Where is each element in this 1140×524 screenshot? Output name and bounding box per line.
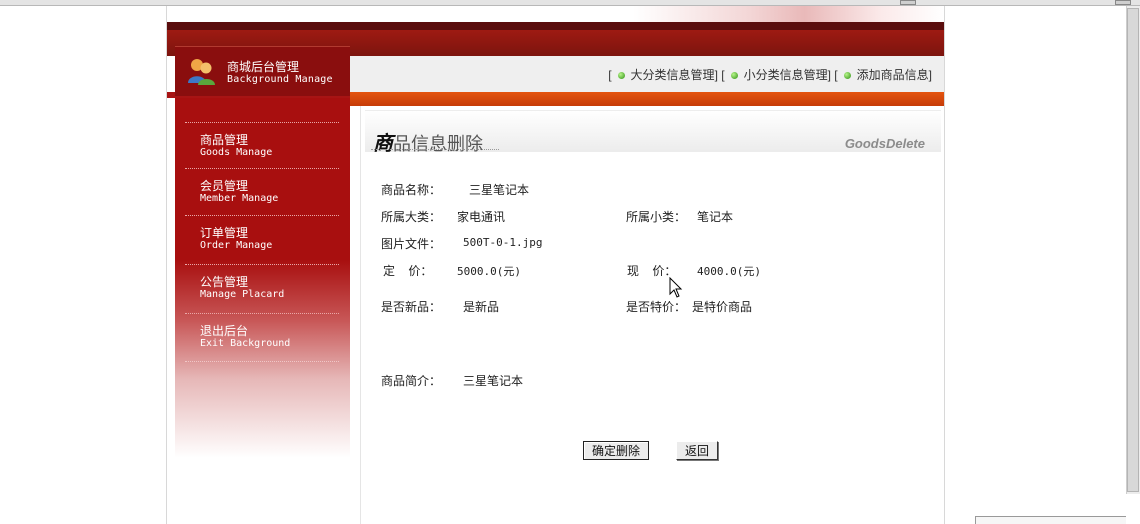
sidebar-item-sublabel: Order Manage bbox=[200, 240, 273, 251]
image-file-label: 图片文件： bbox=[381, 237, 442, 251]
is-special-value: 是特价商品 bbox=[692, 300, 753, 314]
now-price-value: 4000.0(元) bbox=[697, 265, 761, 278]
intro-label: 商品简介： bbox=[381, 374, 442, 388]
bracket-close: ] bbox=[928, 68, 932, 82]
sidebar-item-exit[interactable]: 退出后台 Exit Background bbox=[185, 313, 339, 360]
orange-divider bbox=[350, 92, 944, 106]
horizontal-scrollbar[interactable] bbox=[975, 516, 1126, 524]
price-value: 5000.0(元) bbox=[457, 265, 521, 278]
confirm-delete-button[interactable]: 确定删除 bbox=[583, 441, 650, 460]
bracket-open: [ bbox=[721, 68, 725, 82]
sidebar-item-label: 订单管理 bbox=[200, 226, 249, 240]
logo-subtitle: Background Manage bbox=[227, 74, 333, 85]
top-nav: [ 大分类信息管理] [ 小分类信息管理] [ 添加商品信息] bbox=[350, 56, 944, 92]
sidebar: 商品管理 Goods Manage 会员管理 Member Manage 订单管… bbox=[175, 98, 350, 458]
page-title-first-char: 商 bbox=[373, 131, 393, 155]
top-nav-links: [ 大分类信息管理] [ 小分类信息管理] [ 添加商品信息] bbox=[608, 66, 932, 83]
sidebar-item-sublabel: Member Manage bbox=[200, 193, 279, 204]
sidebar-item-label: 退出后台 bbox=[200, 324, 249, 338]
back-button[interactable]: 返回 bbox=[676, 441, 719, 460]
sidebar-item-label: 会员管理 bbox=[200, 179, 249, 193]
big-category-value: 家电通讯 bbox=[457, 210, 506, 224]
window-mini-button[interactable] bbox=[900, 0, 916, 5]
logo-title: 商城后台管理 bbox=[227, 60, 300, 74]
banner-image bbox=[167, 6, 944, 22]
sidebar-item-label: 商品管理 bbox=[200, 133, 249, 147]
admin-logo: 商城后台管理 Background Manage bbox=[175, 46, 350, 96]
sidebar-item-orders[interactable]: 订单管理 Order Manage bbox=[185, 215, 339, 262]
sidebar-item-placard[interactable]: 公告管理 Manage Placard bbox=[185, 264, 339, 311]
bracket-open: [ bbox=[608, 68, 612, 82]
link-add-goods[interactable]: 添加商品信息 bbox=[857, 68, 929, 82]
banner-bar bbox=[167, 22, 944, 30]
sidebar-divider bbox=[185, 361, 339, 362]
bracket-open: [ bbox=[834, 68, 838, 82]
goods-name-value: 三星笔记本 bbox=[469, 183, 530, 197]
scrollbar-thumb[interactable] bbox=[1127, 8, 1139, 492]
bracket-close: ] bbox=[827, 68, 831, 82]
sidebar-item-sublabel: Exit Background bbox=[200, 338, 291, 349]
page-container: 商城后台管理 Background Manage [ 大分类信息管理] [ 小分类信… bbox=[166, 6, 945, 524]
mouse-cursor-icon bbox=[669, 277, 683, 298]
is-new-value: 是新品 bbox=[463, 300, 500, 314]
intro-value: 三星笔记本 bbox=[463, 374, 524, 388]
page-title-rest: 品信息删除 bbox=[393, 134, 483, 155]
content-panel: 商品信息删除 GoodsDelete 商品名称： 三星笔记本 所属大类： 家电通… bbox=[360, 106, 944, 524]
bracket-close: ] bbox=[714, 68, 718, 82]
is-new-label: 是否新品： bbox=[381, 300, 442, 314]
green-dot-icon bbox=[730, 71, 738, 79]
goods-name-label: 商品名称： bbox=[381, 183, 442, 197]
is-special-label: 是否特价： bbox=[626, 300, 687, 314]
image-file-value: 500T-0-1.jpg bbox=[463, 236, 543, 249]
sidebar-item-sublabel: Manage Placard bbox=[200, 289, 285, 300]
big-category-label: 所属大类： bbox=[381, 210, 442, 224]
page-title-en: GoodsDelete bbox=[844, 136, 925, 151]
title-underline bbox=[371, 149, 499, 150]
sidebar-item-sublabel: Goods Manage bbox=[200, 147, 273, 158]
link-small-category[interactable]: 小分类信息管理 bbox=[744, 68, 828, 82]
sidebar-item-goods[interactable]: 商品管理 Goods Manage bbox=[185, 122, 339, 169]
sidebar-item-label: 公告管理 bbox=[200, 275, 249, 289]
green-dot-icon bbox=[843, 71, 851, 79]
small-category-value: 笔记本 bbox=[697, 210, 734, 224]
page-title: 商品信息删除 bbox=[373, 127, 483, 156]
users-icon bbox=[188, 59, 215, 85]
small-category-label: 所属小类： bbox=[626, 210, 687, 224]
panel-title-bar: 商品信息删除 GoodsDelete bbox=[365, 110, 941, 155]
sidebar-item-members[interactable]: 会员管理 Member Manage bbox=[185, 168, 339, 215]
green-dot-icon bbox=[617, 71, 625, 79]
price-label: 定 价： bbox=[383, 264, 433, 278]
window-mini-button-2[interactable] bbox=[1115, 0, 1131, 5]
link-big-category[interactable]: 大分类信息管理 bbox=[631, 68, 715, 82]
